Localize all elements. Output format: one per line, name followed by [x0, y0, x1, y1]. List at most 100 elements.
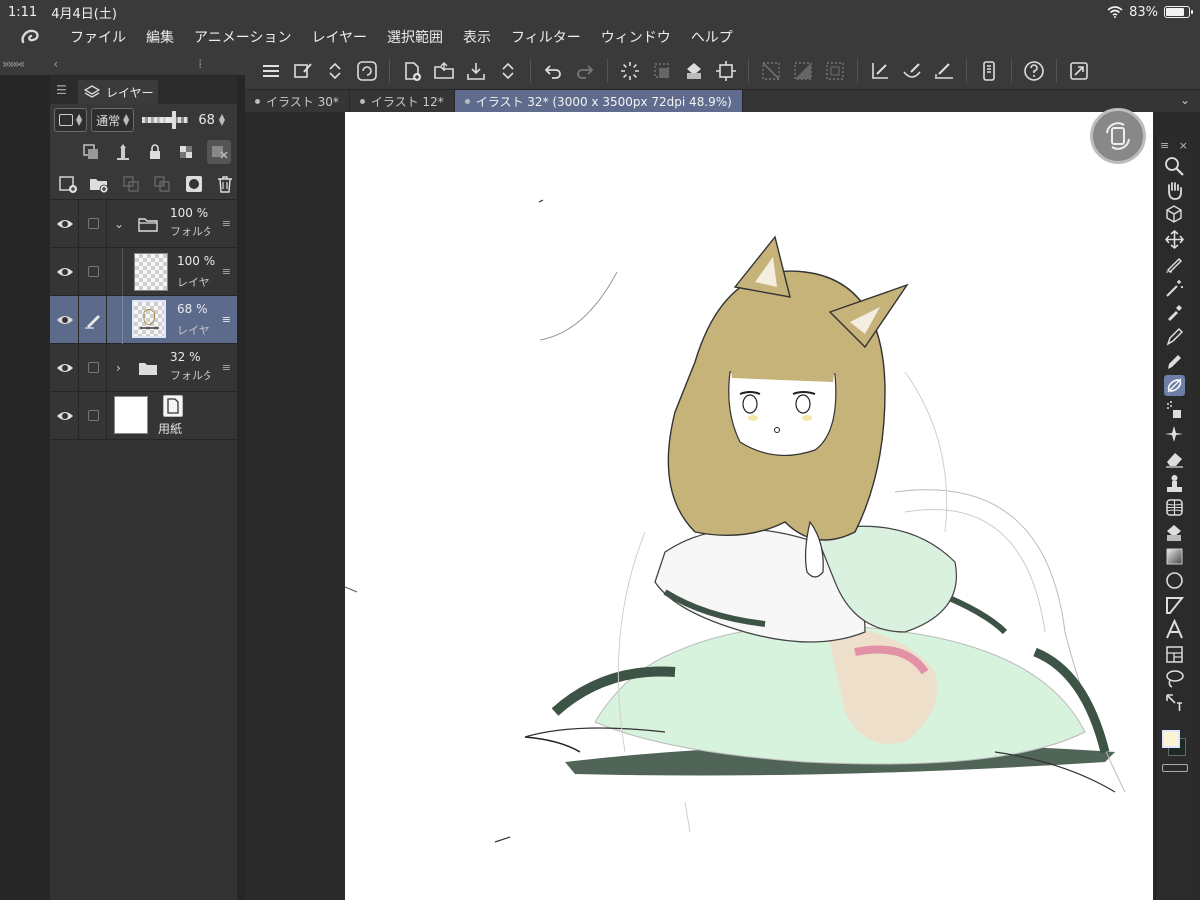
eraser-icon[interactable]	[1156, 447, 1193, 471]
decoration-icon[interactable]	[1156, 422, 1193, 446]
menu-file[interactable]: ファイル	[60, 24, 136, 52]
layer-settings-icon[interactable]	[290, 58, 316, 84]
panel-menu-icon[interactable]: ☰	[56, 83, 67, 97]
eye-icon[interactable]	[56, 215, 74, 233]
zoom-icon[interactable]	[1156, 154, 1193, 178]
layer-lock-checkbox[interactable]	[88, 362, 99, 373]
save-options-updown-icon[interactable]	[495, 58, 521, 84]
fullscreen-icon[interactable]	[1066, 58, 1092, 84]
undo-icon[interactable]	[540, 58, 566, 84]
create-mask-icon[interactable]	[182, 172, 206, 196]
layer-row-paper[interactable]: 用紙	[50, 392, 237, 440]
menu-layer[interactable]: レイヤー	[301, 24, 377, 52]
opacity-slider[interactable]	[142, 111, 189, 129]
pencil-icon[interactable]	[1156, 349, 1193, 373]
layer-row[interactable]: › 32 % フォルダ ≡	[50, 344, 237, 392]
deselect-icon[interactable]	[649, 58, 675, 84]
layer-drag-handle-icon[interactable]: ≡	[222, 217, 231, 230]
transfer-down-icon[interactable]	[119, 172, 143, 196]
fill-selection-icon[interactable]	[790, 58, 816, 84]
ruler-icon[interactable]	[1156, 691, 1193, 715]
menu-window[interactable]: ウィンドウ	[591, 24, 681, 52]
chevron-right-icon[interactable]: ›	[116, 361, 121, 375]
move-icon[interactable]	[1156, 227, 1193, 251]
fill-bucket-icon[interactable]	[681, 58, 707, 84]
main-color[interactable]	[1162, 730, 1180, 748]
delete-layer-icon[interactable]	[214, 172, 238, 196]
mask-toggle-icon[interactable]	[207, 140, 231, 164]
crop-icon[interactable]	[713, 58, 739, 84]
reference-layer-icon[interactable]	[111, 140, 135, 164]
menu-hamburger-icon[interactable]	[258, 58, 284, 84]
close-icon[interactable]: ×	[1179, 139, 1188, 152]
gradient-icon[interactable]	[1156, 544, 1193, 568]
hand-icon[interactable]	[1156, 178, 1193, 202]
tab-layer[interactable]: レイヤー	[78, 80, 158, 104]
layer-lock-checkbox[interactable]	[88, 218, 99, 229]
mesh-icon[interactable]	[1156, 495, 1193, 519]
menu-filter[interactable]: フィルター	[501, 24, 591, 52]
eye-icon[interactable]	[56, 263, 74, 281]
open-file-icon[interactable]	[431, 58, 457, 84]
drawing-canvas[interactable]	[345, 112, 1155, 900]
help-icon[interactable]	[1021, 58, 1047, 84]
text-icon[interactable]	[1156, 617, 1193, 641]
redo-icon[interactable]	[572, 58, 598, 84]
toolbar-updown-icon[interactable]	[322, 58, 348, 84]
pen-icon[interactable]	[1156, 325, 1193, 349]
layer-drag-handle-icon[interactable]: ≡	[222, 361, 231, 374]
menu-view[interactable]: 表示	[453, 24, 501, 52]
new-file-icon[interactable]	[399, 58, 425, 84]
clear-outside-icon[interactable]	[758, 58, 784, 84]
transform-spin-icon[interactable]	[617, 58, 643, 84]
opacity-value[interactable]: 68	[198, 113, 215, 128]
panel-grip-icon[interactable]: ⁞	[198, 57, 202, 71]
frame-icon[interactable]	[1156, 593, 1193, 617]
layer-row-selected[interactable]: 68 % レイヤー ≡	[50, 296, 237, 344]
brush-snap-icon[interactable]	[899, 58, 925, 84]
eye-icon[interactable]	[56, 359, 74, 377]
ellipse-icon[interactable]	[1156, 569, 1193, 593]
palette-menu-icon[interactable]: ≡	[1160, 139, 1169, 152]
layer-color-select[interactable]: ▲ ▼	[54, 108, 88, 132]
lock-transparency-icon[interactable]	[175, 140, 199, 164]
balloon-icon[interactable]	[1156, 642, 1193, 666]
document-tab[interactable]: イラスト 12*	[350, 90, 455, 112]
save-file-icon[interactable]	[463, 58, 489, 84]
menu-help[interactable]: ヘルプ	[681, 24, 743, 52]
merge-down-icon[interactable]	[151, 172, 175, 196]
transparent-color-toggle[interactable]	[1162, 764, 1188, 772]
panel-divider[interactable]	[237, 76, 245, 900]
layer-lock-checkbox[interactable]	[88, 410, 99, 421]
new-raster-layer-icon[interactable]	[56, 172, 80, 196]
blend-icon[interactable]	[1156, 471, 1193, 495]
layer-row[interactable]: ⌄ 100 % フォルダ ≡	[50, 200, 237, 248]
blend-mode-select[interactable]: 通常 ▲ ▼	[91, 108, 135, 132]
document-tab-active[interactable]: イラスト 32* (3000 x 3500px 72dpi 48.9%)	[454, 90, 743, 112]
airbrush-icon[interactable]	[1156, 398, 1193, 422]
document-tab[interactable]: イラスト 30*	[245, 90, 350, 112]
opacity-handle[interactable]	[171, 111, 176, 129]
layer-lock-checkbox[interactable]	[88, 266, 99, 277]
brush-icon[interactable]	[1156, 374, 1193, 398]
lock-icon[interactable]	[143, 140, 167, 164]
new-folder-icon[interactable]	[88, 172, 112, 196]
menu-selection[interactable]: 選択範囲	[377, 24, 453, 52]
menu-edit[interactable]: 編集	[136, 24, 184, 52]
marker-icon[interactable]	[1156, 252, 1193, 276]
object-icon[interactable]	[1156, 203, 1193, 227]
layer-row[interactable]: 100 % レイヤー ≡	[50, 248, 237, 296]
color-swatch[interactable]	[1162, 730, 1186, 756]
chevron-down-icon[interactable]: ⌄	[114, 217, 124, 231]
panel-collapse-arrows[interactable]: »»»«	[2, 57, 25, 71]
opacity-stepper-icon[interactable]: ▲ ▼	[219, 113, 225, 127]
clip-layer-icon[interactable]	[79, 140, 103, 164]
layer-drag-handle-icon[interactable]: ≡	[222, 265, 231, 278]
panel-back-icon[interactable]: ‹	[53, 57, 58, 71]
eyedropper-icon[interactable]	[1156, 300, 1193, 324]
fill-icon[interactable]	[1156, 520, 1193, 544]
lasso-icon[interactable]	[1156, 666, 1193, 690]
wand-icon[interactable]	[1156, 276, 1193, 300]
smartphone-sync-icon[interactable]	[354, 58, 380, 84]
layer-drag-handle-icon[interactable]: ≡	[222, 313, 231, 326]
